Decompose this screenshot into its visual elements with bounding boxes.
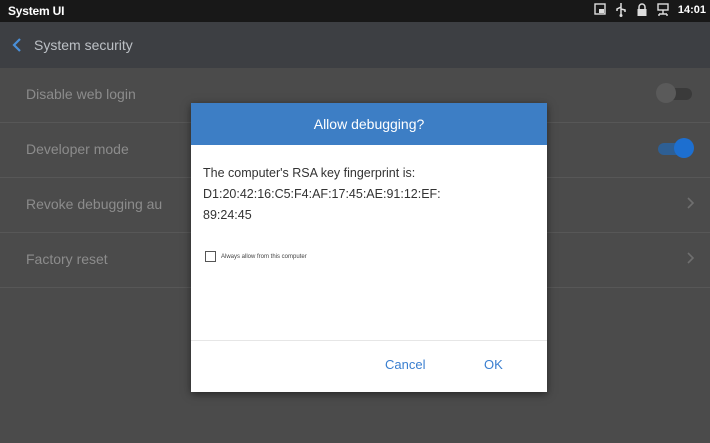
allow-debugging-dialog: Allow debugging? The computer's RSA key … <box>191 103 547 392</box>
setting-label: Developer mode <box>26 141 129 157</box>
usb-icon <box>615 3 627 17</box>
dialog-message: The computer's RSA key fingerprint is: D… <box>203 163 533 226</box>
network-icon <box>657 3 669 17</box>
setting-label: Disable web login <box>26 86 136 102</box>
rsa-fingerprint: D1:20:42:16:C5:F4:AF:17:45:AE:91:12:EF: <box>203 187 441 201</box>
disable-web-login-toggle[interactable] <box>656 83 692 103</box>
ok-button[interactable]: OK <box>484 357 503 372</box>
toggle-knob <box>656 83 676 103</box>
dialog-title: Allow debugging? <box>191 103 547 145</box>
status-icons: 14:01 <box>594 3 706 17</box>
screenshot-icon <box>594 3 606 17</box>
dialog-divider <box>191 340 547 341</box>
checkbox-label: Always allow from this computer <box>221 253 307 260</box>
rsa-fingerprint-cont: 89:24:45 <box>203 208 252 222</box>
always-allow-checkbox[interactable]: Always allow from this computer <box>205 251 307 262</box>
page-title: System security <box>34 37 133 53</box>
setting-label: Revoke debugging au <box>26 196 163 212</box>
status-bar-title: System UI <box>8 4 65 18</box>
setting-label: Factory reset <box>26 251 108 267</box>
chevron-right-icon <box>686 250 696 266</box>
toggle-knob <box>674 138 694 158</box>
cancel-button[interactable]: Cancel <box>385 357 425 372</box>
dialog-message-line: The computer's RSA key fingerprint is: <box>203 166 416 180</box>
status-bar: System UI 14:01 <box>0 0 710 22</box>
chevron-right-icon <box>686 195 696 211</box>
toolbar: System security <box>0 22 710 68</box>
clock: 14:01 <box>677 4 706 16</box>
lock-icon <box>636 3 648 17</box>
checkbox-box[interactable] <box>205 251 216 262</box>
back-arrow-icon[interactable] <box>10 36 24 54</box>
developer-mode-toggle[interactable] <box>658 138 694 158</box>
